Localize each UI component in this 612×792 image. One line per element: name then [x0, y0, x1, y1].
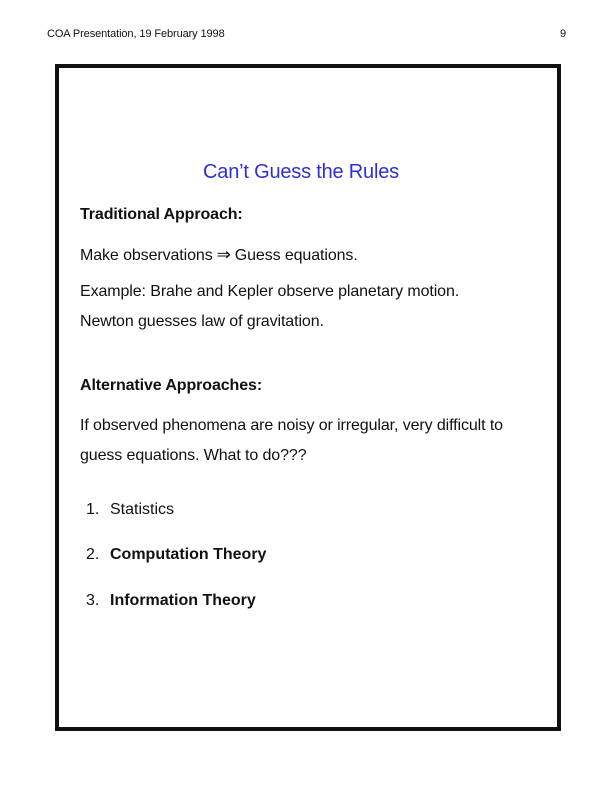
example-line-1: Example: Brahe and Kepler observe planet…	[80, 283, 460, 300]
observation-right-text: Guess equations.	[234, 247, 358, 264]
slide-title: Can’t Guess the Rules	[203, 161, 399, 183]
page-number: 9	[560, 28, 567, 40]
list-number-2: 2.	[86, 546, 100, 563]
observation-line: Make observations ⇒ Guess equations.	[80, 245, 358, 265]
question-line-1: If observed phenomena are noisy or irreg…	[80, 417, 503, 434]
question-line-2: guess equations. What to do???	[80, 447, 307, 464]
observation-left-text: Make observations	[80, 247, 213, 264]
list-number-3: 3.	[86, 592, 100, 609]
list-item-information-theory: Information Theory	[110, 592, 256, 609]
list-item-computation-theory: Computation Theory	[110, 546, 267, 563]
list-item-statistics: Statistics	[110, 501, 175, 518]
list-number-1: 1.	[86, 501, 100, 518]
example-line-2: Newton guesses law of gravitation.	[80, 313, 324, 330]
traditional-approach-heading: Traditional Approach:	[80, 206, 243, 223]
alternative-approaches-heading: Alternative Approaches:	[80, 377, 263, 394]
implies-arrow-icon: ⇒	[216, 245, 231, 264]
header-title: COA Presentation, 19 February 1998	[47, 28, 225, 40]
